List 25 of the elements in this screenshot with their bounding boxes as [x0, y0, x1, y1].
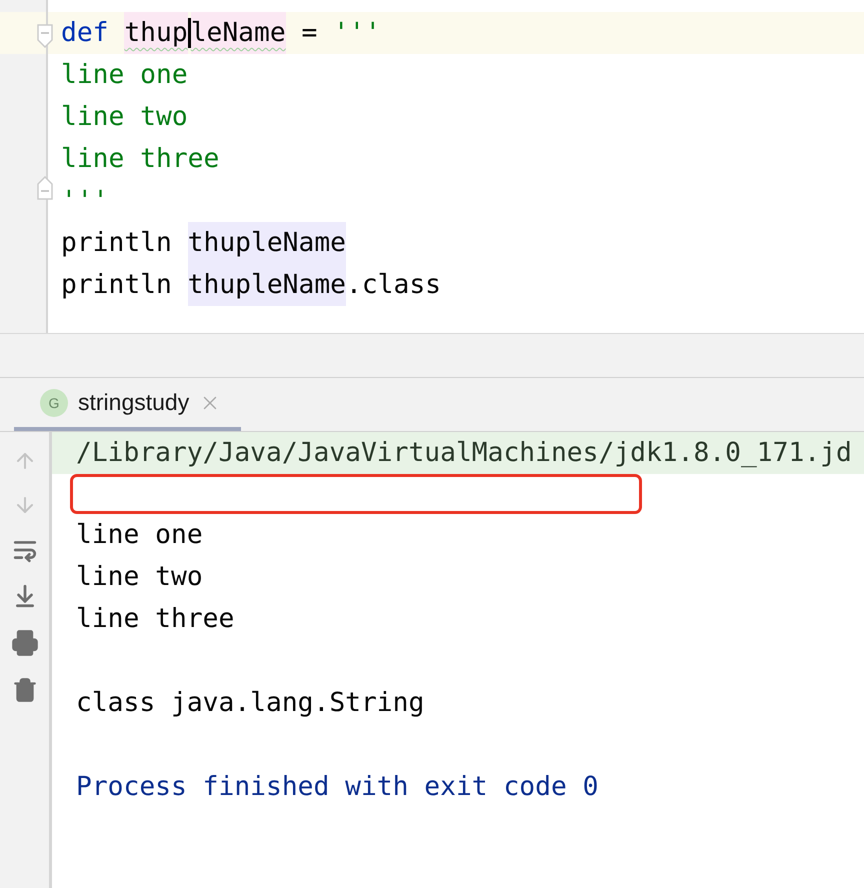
- exit-message: Process finished with exit code 0: [75, 771, 600, 804]
- output-line: line two: [75, 561, 204, 594]
- code-text: println: [61, 227, 173, 260]
- fold-icon[interactable]: [37, 24, 53, 48]
- output-line: class java.lang.String: [75, 687, 426, 720]
- code-text: line one: [61, 59, 188, 92]
- code-text: .class: [346, 269, 441, 302]
- output-line: line three: [75, 603, 236, 636]
- code-text: =: [300, 17, 318, 50]
- code-text: thupleName: [188, 264, 346, 306]
- code-text: ''': [333, 17, 381, 50]
- code-text: ''': [61, 185, 108, 218]
- tab-label: stringstudy: [78, 389, 190, 416]
- trash-icon[interactable]: [12, 677, 38, 703]
- run-config-badge: G: [40, 388, 68, 416]
- code-text: thupleName: [188, 222, 346, 264]
- output-line: line one: [75, 519, 204, 552]
- code-text: line three: [61, 143, 220, 176]
- code-text: def: [61, 17, 110, 50]
- code-text: leName: [190, 12, 286, 54]
- code-text: println: [61, 269, 173, 302]
- code-text: thup: [124, 12, 188, 54]
- fold-icon[interactable]: [37, 176, 53, 200]
- print-icon[interactable]: [10, 629, 38, 657]
- code-text: line two: [61, 101, 188, 134]
